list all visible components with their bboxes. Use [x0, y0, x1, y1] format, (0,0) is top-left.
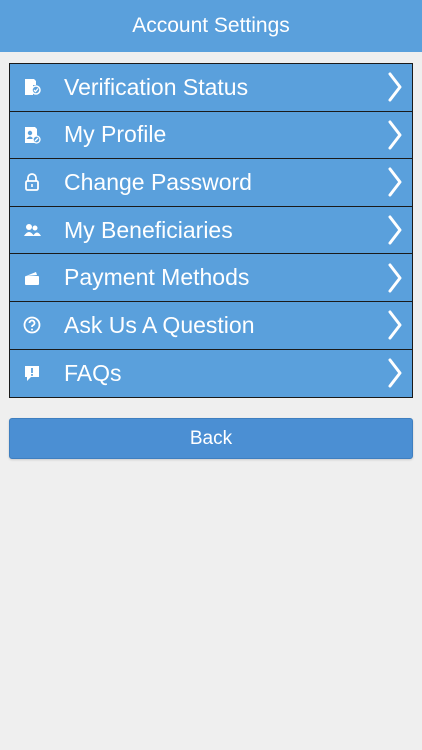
beneficiaries-icon: [10, 207, 54, 254]
menu-item-my-profile[interactable]: My Profile: [10, 111, 412, 160]
settings-menu: Verification Status My Profile Change Pa…: [9, 63, 413, 399]
menu-item-label: FAQs: [64, 359, 122, 386]
back-button[interactable]: Back: [9, 418, 413, 459]
header-bar: Account Settings: [0, 0, 422, 52]
chevron-right-icon: [382, 207, 408, 254]
page-title: Account Settings: [132, 14, 290, 37]
chevron-right-icon: [382, 112, 408, 159]
question-icon: [10, 302, 54, 349]
profile-icon: [10, 112, 54, 159]
menu-item-ask-us-a-question[interactable]: Ask Us A Question: [10, 301, 412, 350]
menu-item-label: Payment Methods: [64, 264, 250, 291]
menu-item-verification-status[interactable]: Verification Status: [10, 64, 412, 112]
faq-icon: [10, 350, 54, 398]
menu-item-label: Ask Us A Question: [64, 311, 255, 338]
lock-icon: [10, 159, 54, 206]
menu-item-label: Verification Status: [64, 73, 249, 100]
menu-item-faqs[interactable]: FAQs: [10, 349, 412, 398]
chevron-right-icon: [382, 159, 408, 206]
menu-item-label: My Profile: [64, 121, 167, 148]
chevron-right-icon: [382, 350, 408, 398]
menu-item-change-password[interactable]: Change Password: [10, 159, 412, 207]
menu-item-payment-methods[interactable]: Payment Methods: [10, 254, 412, 302]
wallet-icon: [10, 254, 54, 301]
chevron-right-icon: [382, 302, 408, 349]
menu-item-label: My Beneficiaries: [64, 216, 233, 243]
menu-item-my-beneficiaries[interactable]: My Beneficiaries: [10, 206, 412, 255]
verification-icon: [10, 64, 54, 111]
chevron-right-icon: [382, 64, 408, 111]
chevron-right-icon: [382, 254, 408, 301]
menu-item-label: Change Password: [64, 168, 252, 195]
